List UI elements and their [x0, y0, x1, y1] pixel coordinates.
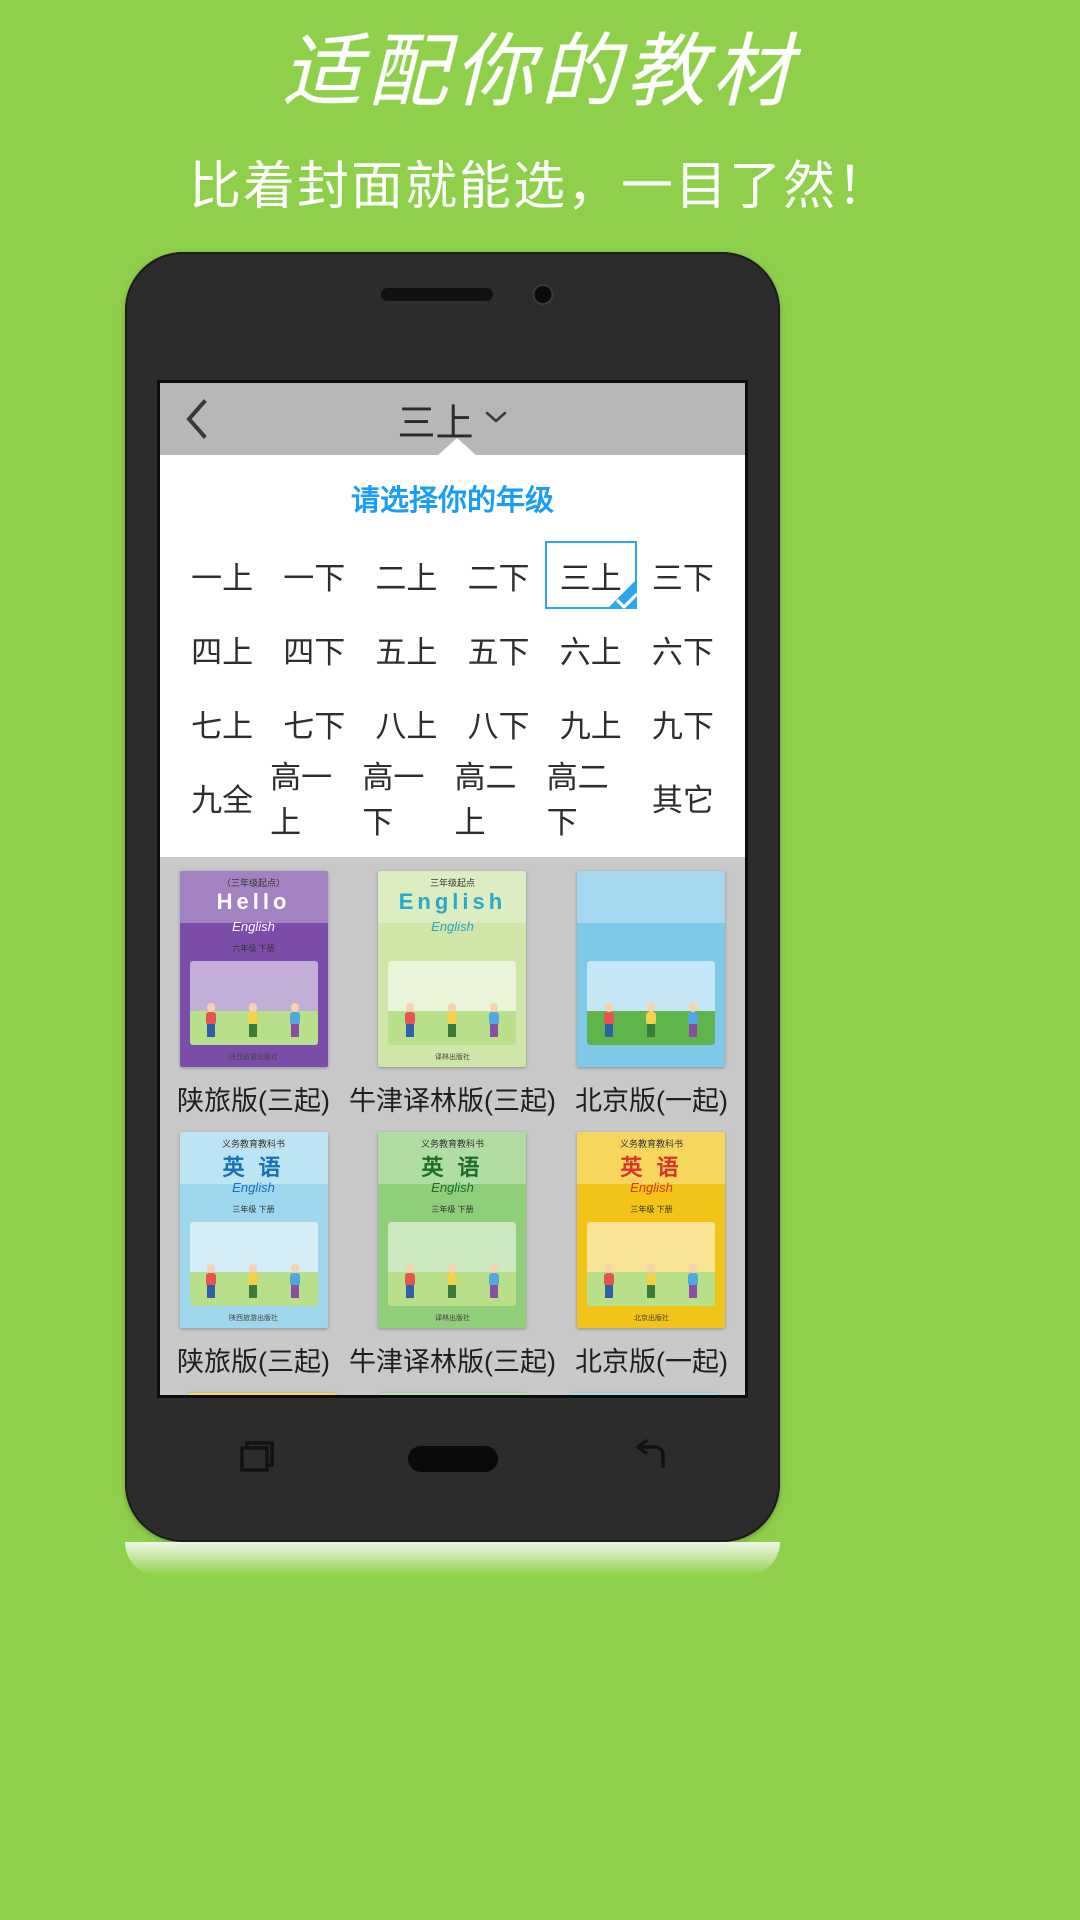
- grade-option-label: 六上: [559, 634, 622, 670]
- grade-option-label: 九上: [559, 708, 622, 744]
- dropdown-pointer-icon: [436, 438, 477, 456]
- textbook-item[interactable]: 义务教育教科书英 语 English 三年级 下册 译林出版社牛津译林版(三起): [349, 1132, 556, 1379]
- grade-option-四下[interactable]: 四下: [268, 615, 360, 683]
- textbook-cover-image[interactable]: （三年级起点） Hello English 六年级 下册 陕西旅游出版社: [179, 871, 328, 1067]
- chevron-down-icon: [484, 410, 508, 429]
- textbook-cover-image[interactable]: 义务教育教科书英 语English三年级 下册: [187, 1393, 336, 1395]
- grade-option-六下[interactable]: 六下: [637, 615, 729, 683]
- grade-option-四上[interactable]: 四上: [176, 615, 268, 683]
- grade-option-三下[interactable]: 三下: [637, 541, 729, 609]
- chevron-left-icon: [183, 398, 209, 440]
- grade-option-五下[interactable]: 五下: [452, 615, 544, 683]
- grade-option-label: 高二下: [546, 760, 609, 840]
- grade-option-九全[interactable]: 九全: [176, 763, 268, 831]
- promo-header: 适配你的教材 比着封面就能选，一目了然！: [0, 0, 1080, 240]
- textbook-item[interactable]: 义务教育教科书英 语English三年级 下册: [365, 1393, 540, 1395]
- back-button[interactable]: [160, 383, 232, 455]
- home-pill-icon: [407, 1446, 498, 1472]
- grade-option-五上[interactable]: 五上: [360, 615, 452, 683]
- phone-mockup: 三上 请选择你的年级 一上 一下 二上 二下 三上 三下四上 四下 五上 五下 六上 六下七上 七下八…: [125, 252, 780, 1542]
- grade-option-label: 高二上: [454, 760, 517, 840]
- textbook-row: （三年级起点） Hello English 六年级 下册 陕西旅游出版社 陕旅版(三起) 三…: [174, 857, 731, 1118]
- textbook-cover-image[interactable]: 三年级起点 English English 译林出版社: [378, 871, 527, 1067]
- grade-option-八下[interactable]: 八下: [452, 689, 544, 757]
- grade-option-label: 九全: [191, 782, 254, 818]
- phone-reflection: [125, 1542, 780, 1576]
- grade-option-高二上[interactable]: 高二上: [452, 760, 544, 840]
- dropdown-title: 请选择你的年级: [350, 485, 554, 517]
- grade-option-二上[interactable]: 二上: [360, 541, 452, 609]
- promo-subtitle: 比着封面就能选，一目了然！: [188, 158, 891, 216]
- grade-option-label: 七下: [283, 708, 346, 744]
- recents-square-icon: [233, 1434, 279, 1485]
- promo-title: 适配你的教材: [282, 25, 798, 118]
- grade-option-label: 四上: [191, 634, 254, 670]
- grade-option-label: 三下: [651, 560, 714, 596]
- grade-option-grid: 一上 一下 二上 二下 三上 三下 四上 四下 五上 五下 六上 六下 七上 七下 八上 八下 九上 九下 九全 高一…: [176, 541, 729, 840]
- textbook-cover-image[interactable]: 义务教育教科书英 语 English 三年级 下册 陕西旅游出版社: [179, 1132, 328, 1328]
- textbook-grid: （三年级起点） Hello English 六年级 下册 陕西旅游出版社 陕旅版(三起) 三…: [160, 857, 745, 1395]
- textbook-cover-image[interactable]: [577, 871, 726, 1067]
- textbook-cover-image[interactable]: 义务教育教科书英 语English三年级 下册: [378, 1393, 527, 1395]
- textbook-item[interactable]: 义务教育教科书英 语English三年级 下册: [556, 1393, 731, 1395]
- grade-option-label: 八上: [375, 708, 438, 744]
- grade-option-label: 六下: [651, 634, 714, 670]
- textbook-row: 义务教育教科书英 语English三年级 下册 义务教育教科书英 语English…: [174, 1379, 731, 1395]
- textbook-label: 牛津译林版(三起): [349, 1086, 556, 1116]
- grade-option-label: 高一上: [270, 760, 333, 840]
- textbook-label: 陕旅版(三起): [177, 1347, 330, 1377]
- textbook-label: 北京版(一起): [575, 1347, 728, 1377]
- grade-option-一上[interactable]: 一上: [176, 541, 268, 609]
- phone-screen: 三上 请选择你的年级 一上 一下 二上 二下 三上 三下四上 四下 五上 五下 六上 六下七上 七下八…: [157, 380, 748, 1398]
- textbook-label: 牛津译林版(三起): [349, 1347, 556, 1377]
- textbook-cover-image[interactable]: 义务教育教科书英 语 English 三年级 下册 译林出版社: [378, 1132, 527, 1328]
- textbook-item[interactable]: 三年级起点 English English 译林出版社牛津译林版(三起): [349, 871, 556, 1118]
- phone-camera-icon: [534, 286, 551, 303]
- grade-option-高二下[interactable]: 高二下: [545, 760, 637, 840]
- grade-option-label: 九下: [651, 708, 714, 744]
- grade-option-label: 高一下: [362, 760, 425, 840]
- grade-option-label: 五上: [375, 634, 438, 670]
- grade-option-label: 七上: [191, 708, 254, 744]
- grade-option-六上[interactable]: 六上: [545, 615, 637, 683]
- grade-option-三上[interactable]: 三上: [544, 541, 638, 609]
- grade-option-其它[interactable]: 其它: [637, 763, 729, 831]
- check-icon: [606, 579, 638, 609]
- grade-option-label: 四下: [283, 634, 346, 670]
- recents-button[interactable]: [211, 1429, 301, 1489]
- grade-option-label: 五下: [467, 634, 530, 670]
- grade-option-label: 八下: [467, 708, 530, 744]
- home-button[interactable]: [407, 1429, 498, 1489]
- textbook-label: 北京版(一起): [575, 1086, 728, 1116]
- grade-dropdown-panel: 请选择你的年级 一上 一下 二上 二下 三上 三下四上 四下 五上 五下 六上 六下七上 七下 八上 八下…: [160, 438, 745, 857]
- grade-option-七上[interactable]: 七上: [176, 689, 268, 757]
- back-arrow-icon: [627, 1434, 673, 1485]
- textbook-item[interactable]: 北京版(一起): [572, 871, 731, 1118]
- grade-option-label: 一下: [283, 560, 346, 596]
- android-navbar: [157, 1404, 748, 1514]
- textbook-cover-image[interactable]: 义务教育教科书英 语 English 三年级 下册 北京出版社: [577, 1132, 726, 1328]
- grade-option-label: 一上: [191, 560, 254, 596]
- back-nav-button[interactable]: [605, 1429, 695, 1489]
- phone-speaker-icon: [380, 288, 493, 301]
- textbook-cover-image[interactable]: 义务教育教科书英 语English三年级 下册: [569, 1393, 718, 1395]
- grade-option-高一上[interactable]: 高一上: [268, 760, 360, 840]
- grade-option-一下[interactable]: 一下: [268, 541, 360, 609]
- grade-option-九上[interactable]: 九上: [545, 689, 637, 757]
- grade-option-label: 二下: [467, 560, 530, 596]
- textbook-item[interactable]: 义务教育教科书英 语 English 三年级 下册 陕西旅游出版社陕旅版(三起): [174, 1132, 333, 1379]
- textbook-label: 陕旅版(三起): [177, 1086, 330, 1116]
- grade-option-七下[interactable]: 七下: [268, 689, 360, 757]
- grade-option-label: 其它: [651, 782, 714, 818]
- textbook-item[interactable]: （三年级起点） Hello English 六年级 下册 陕西旅游出版社陕旅版(三起): [174, 871, 333, 1118]
- textbook-row: 义务教育教科书英 语 English 三年级 下册 陕西旅游出版社 陕旅版(三起) 义务教…: [174, 1118, 731, 1379]
- grade-option-九下[interactable]: 九下: [637, 689, 729, 757]
- grade-option-label: 二上: [375, 560, 438, 596]
- grade-option-高一下[interactable]: 高一下: [360, 760, 452, 840]
- textbook-item[interactable]: 义务教育教科书英 语 English 三年级 下册 北京出版社北京版(一起): [572, 1132, 731, 1379]
- grade-option-二下[interactable]: 二下: [452, 541, 544, 609]
- textbook-item[interactable]: 义务教育教科书英 语English三年级 下册: [174, 1393, 349, 1395]
- grade-option-八上[interactable]: 八上: [360, 689, 452, 757]
